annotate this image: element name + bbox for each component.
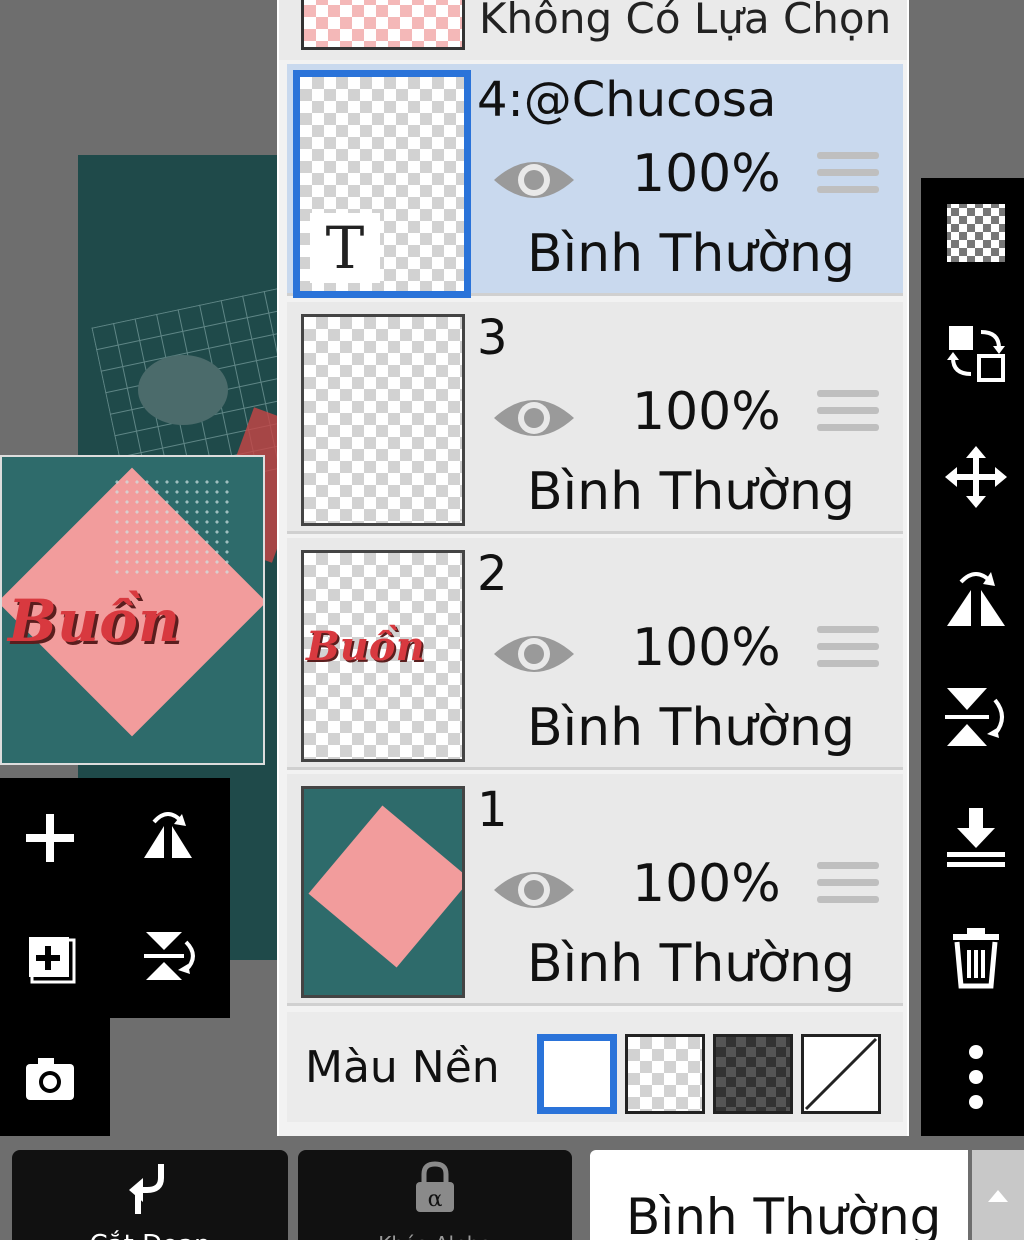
selection-thumbnail	[301, 0, 465, 50]
flip-vertical-icon[interactable]	[943, 684, 1009, 750]
background-dark-swatch[interactable]	[713, 1034, 793, 1114]
blend-mode-value: Bình Thường	[626, 1188, 942, 1240]
layer-panel: Không Có Lựa Chọn T 4:@Chucosa 100% Bình…	[277, 0, 909, 1138]
thumbnail-word: Buồn	[306, 623, 425, 670]
blend-dropdown-button[interactable]	[972, 1150, 1024, 1240]
layer-name: 1	[477, 782, 508, 838]
layer-blend-mode[interactable]: Bình Thường	[527, 934, 855, 994]
background-color-row: Màu Nền	[287, 1012, 903, 1122]
right-toolbar	[921, 178, 1024, 1136]
plus-icon[interactable]	[20, 808, 80, 868]
layer-opacity[interactable]: 100%	[632, 382, 781, 442]
text-layer-mark: T	[310, 213, 380, 283]
layer-row-2[interactable]: Buồn 2 100% Bình Thường	[287, 538, 903, 770]
layer-opacity[interactable]: 100%	[632, 144, 781, 204]
eye-icon[interactable]	[492, 154, 576, 206]
eye-icon[interactable]	[492, 864, 576, 916]
alpha-lock-label: Khóa Alpha	[298, 1232, 572, 1240]
layer-blend-mode[interactable]: Bình Thường	[527, 224, 855, 284]
layer-opacity[interactable]: 100%	[632, 854, 781, 914]
background-none-swatch[interactable]	[801, 1034, 881, 1114]
canvas-preview: Buồn	[0, 455, 265, 765]
background-label: Màu Nền	[305, 1042, 500, 1093]
layer-row-3[interactable]: 3 100% Bình Thường	[287, 302, 903, 534]
svg-text:α: α	[428, 1187, 443, 1212]
layer-blend-mode[interactable]: Bình Thường	[527, 462, 855, 522]
flip-horizontal-icon[interactable]	[138, 806, 198, 866]
background-transparent-swatch[interactable]	[625, 1034, 705, 1114]
no-selection-label: Không Có Lựa Chọn	[479, 0, 892, 43]
camera-icon[interactable]	[20, 1048, 80, 1108]
layer-opacity[interactable]: 100%	[632, 618, 781, 678]
drag-handle-icon[interactable]	[817, 152, 879, 202]
merge-down-icon[interactable]	[943, 804, 1009, 870]
drag-handle-icon[interactable]	[817, 626, 879, 676]
layer-row-4[interactable]: T 4:@Chucosa 100% Bình Thường	[287, 64, 903, 298]
transparency-icon[interactable]	[943, 200, 1009, 266]
triangle-up-icon	[988, 1190, 1008, 1202]
left-toolbar	[0, 778, 230, 1018]
layer-name: 4:@Chucosa	[477, 72, 777, 128]
clip-label: Cắt Đoạn	[12, 1230, 288, 1240]
eye-icon[interactable]	[492, 392, 576, 444]
left-toolbar-camera	[0, 1018, 110, 1136]
blend-mode-select[interactable]: Bình Thường	[590, 1150, 968, 1240]
lock-icon: α	[416, 1161, 454, 1212]
alpha-lock-button[interactable]: α Khóa Alpha	[298, 1150, 572, 1240]
flip-horizontal-icon[interactable]	[943, 564, 1009, 630]
layer-blend-mode[interactable]: Bình Thường	[527, 698, 855, 758]
preview-dotgrid	[112, 477, 232, 577]
drag-handle-icon[interactable]	[817, 390, 879, 440]
layer-thumbnail: Buồn	[301, 550, 465, 762]
layer-name: 2	[477, 546, 508, 602]
add-layer-icon[interactable]	[20, 926, 80, 986]
clip-arrow-icon	[129, 1164, 164, 1214]
eye-icon[interactable]	[492, 628, 576, 680]
trash-icon[interactable]	[943, 924, 1009, 990]
flip-vertical-icon[interactable]	[138, 926, 198, 986]
move-icon[interactable]	[943, 444, 1009, 510]
more-icon[interactable]	[943, 1044, 1009, 1110]
layer-thumbnail: T	[293, 70, 471, 298]
preview-word: Buồn	[8, 587, 181, 655]
layer-thumbnail	[301, 786, 465, 998]
drag-handle-icon[interactable]	[817, 862, 879, 912]
layer-row-1[interactable]: 1 100% Bình Thường	[287, 774, 903, 1006]
bottom-bar: Cắt Đoạn α Khóa Alpha Bình Thường	[0, 1136, 1024, 1240]
canvas-blob-decoration	[138, 355, 228, 425]
layer-thumbnail	[301, 314, 465, 526]
background-white-swatch[interactable]	[537, 1034, 617, 1114]
layer-name: 3	[477, 310, 508, 366]
selection-layer-row[interactable]: Không Có Lựa Chọn	[279, 0, 907, 60]
clip-button[interactable]: Cắt Đoạn	[12, 1150, 288, 1240]
swap-icon[interactable]	[943, 320, 1009, 386]
